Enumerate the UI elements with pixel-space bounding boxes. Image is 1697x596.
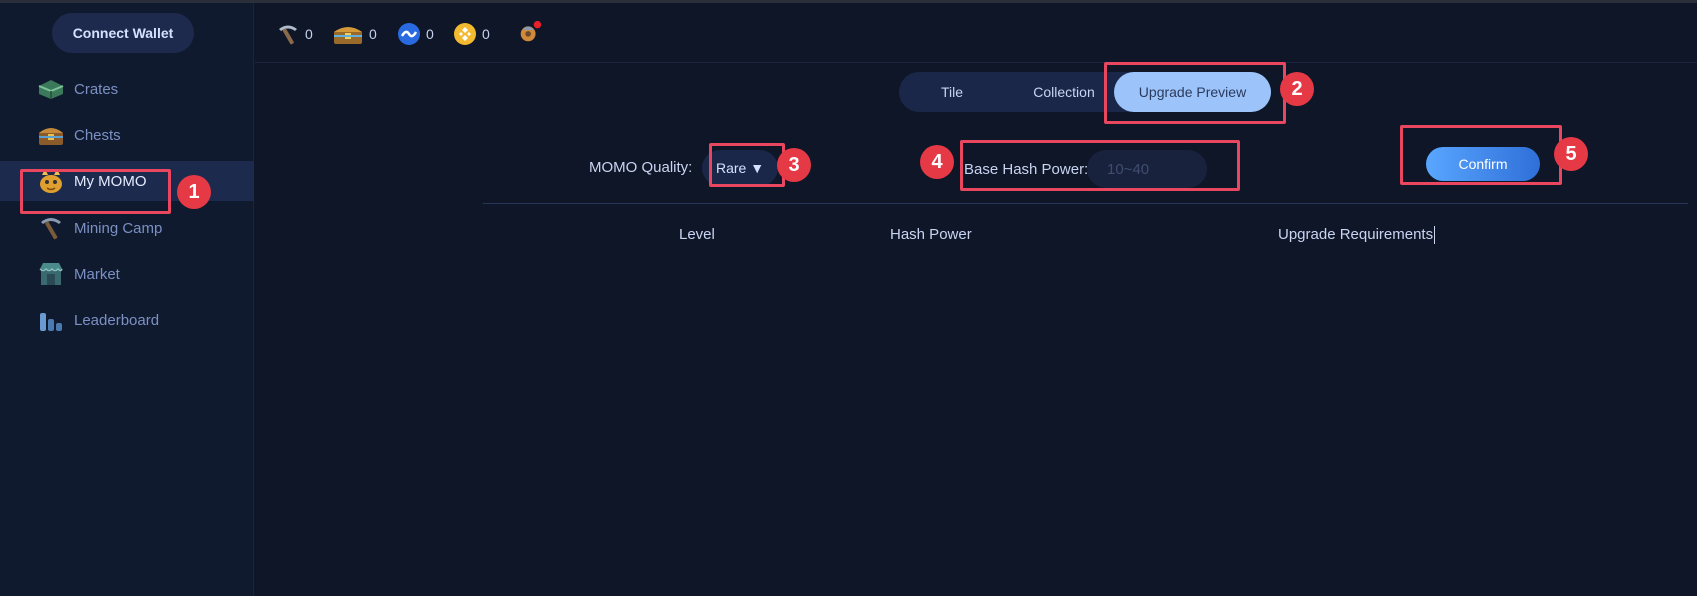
asset-token: 0	[396, 21, 434, 47]
sidebar-item-label: Chests	[74, 126, 121, 144]
sidebar-item-label: Market	[74, 265, 120, 283]
table-divider	[483, 203, 1688, 204]
token-icon	[396, 21, 422, 47]
annotation-badge-2: 2	[1280, 72, 1314, 106]
sidebar-item-leaderboard[interactable]: Leaderboard	[0, 300, 254, 340]
pickaxe-icon	[275, 21, 301, 47]
annotation-badge-3: 3	[777, 148, 811, 182]
crate-icon	[36, 74, 66, 104]
column-header-upgrade-requirements: Upgrade Requirements	[1278, 226, 1436, 245]
sidebar-item-label: Crates	[74, 80, 119, 98]
sidebar-item-chests[interactable]: Chests	[0, 115, 254, 155]
chest-icon	[331, 21, 365, 47]
leaderboard-icon	[36, 305, 66, 335]
bnb-icon	[452, 21, 478, 47]
momo-quality-label: MOMO Quality:	[589, 159, 693, 176]
annotation-badge-5: 5	[1554, 137, 1588, 171]
sidebar-item-market[interactable]: Market	[0, 254, 254, 294]
sidebar-item-mining-camp[interactable]: Mining Camp	[0, 208, 254, 248]
sidebar: Connect Wallet Crates Chests My MOMO Min…	[0, 3, 254, 596]
asset-bnb: 0	[452, 21, 490, 47]
top-bar: 0 0 0 0	[255, 3, 1697, 63]
asset-value: 0	[305, 26, 313, 42]
notification-icon	[517, 19, 543, 45]
annotation-box-4	[960, 140, 1240, 191]
pickaxe-icon	[36, 213, 66, 243]
column-header-level: Level	[679, 226, 715, 243]
annotation-badge-4: 4	[920, 145, 954, 179]
column-header-hash-power: Hash Power	[890, 226, 972, 243]
text-cursor	[1434, 226, 1436, 245]
asset-value: 0	[426, 26, 434, 42]
annotation-box-5	[1400, 125, 1562, 185]
notification-button[interactable]	[517, 19, 547, 45]
chest-icon	[36, 120, 66, 150]
sidebar-item-label: Leaderboard	[74, 311, 160, 329]
annotation-box-1	[20, 169, 171, 214]
sidebar-item-label: Mining Camp	[74, 219, 163, 237]
asset-value: 0	[369, 26, 377, 42]
connect-wallet-button[interactable]: Connect Wallet	[52, 13, 194, 53]
asset-chest: 0	[331, 21, 377, 47]
market-icon	[36, 259, 66, 289]
asset-pickaxe: 0	[275, 21, 313, 47]
annotation-box-2	[1104, 62, 1286, 124]
asset-value: 0	[482, 26, 490, 42]
annotation-badge-1: 1	[177, 175, 211, 209]
sidebar-item-crates[interactable]: Crates	[0, 69, 254, 109]
tab-tile[interactable]: Tile	[907, 72, 997, 112]
annotation-box-3	[709, 143, 785, 187]
